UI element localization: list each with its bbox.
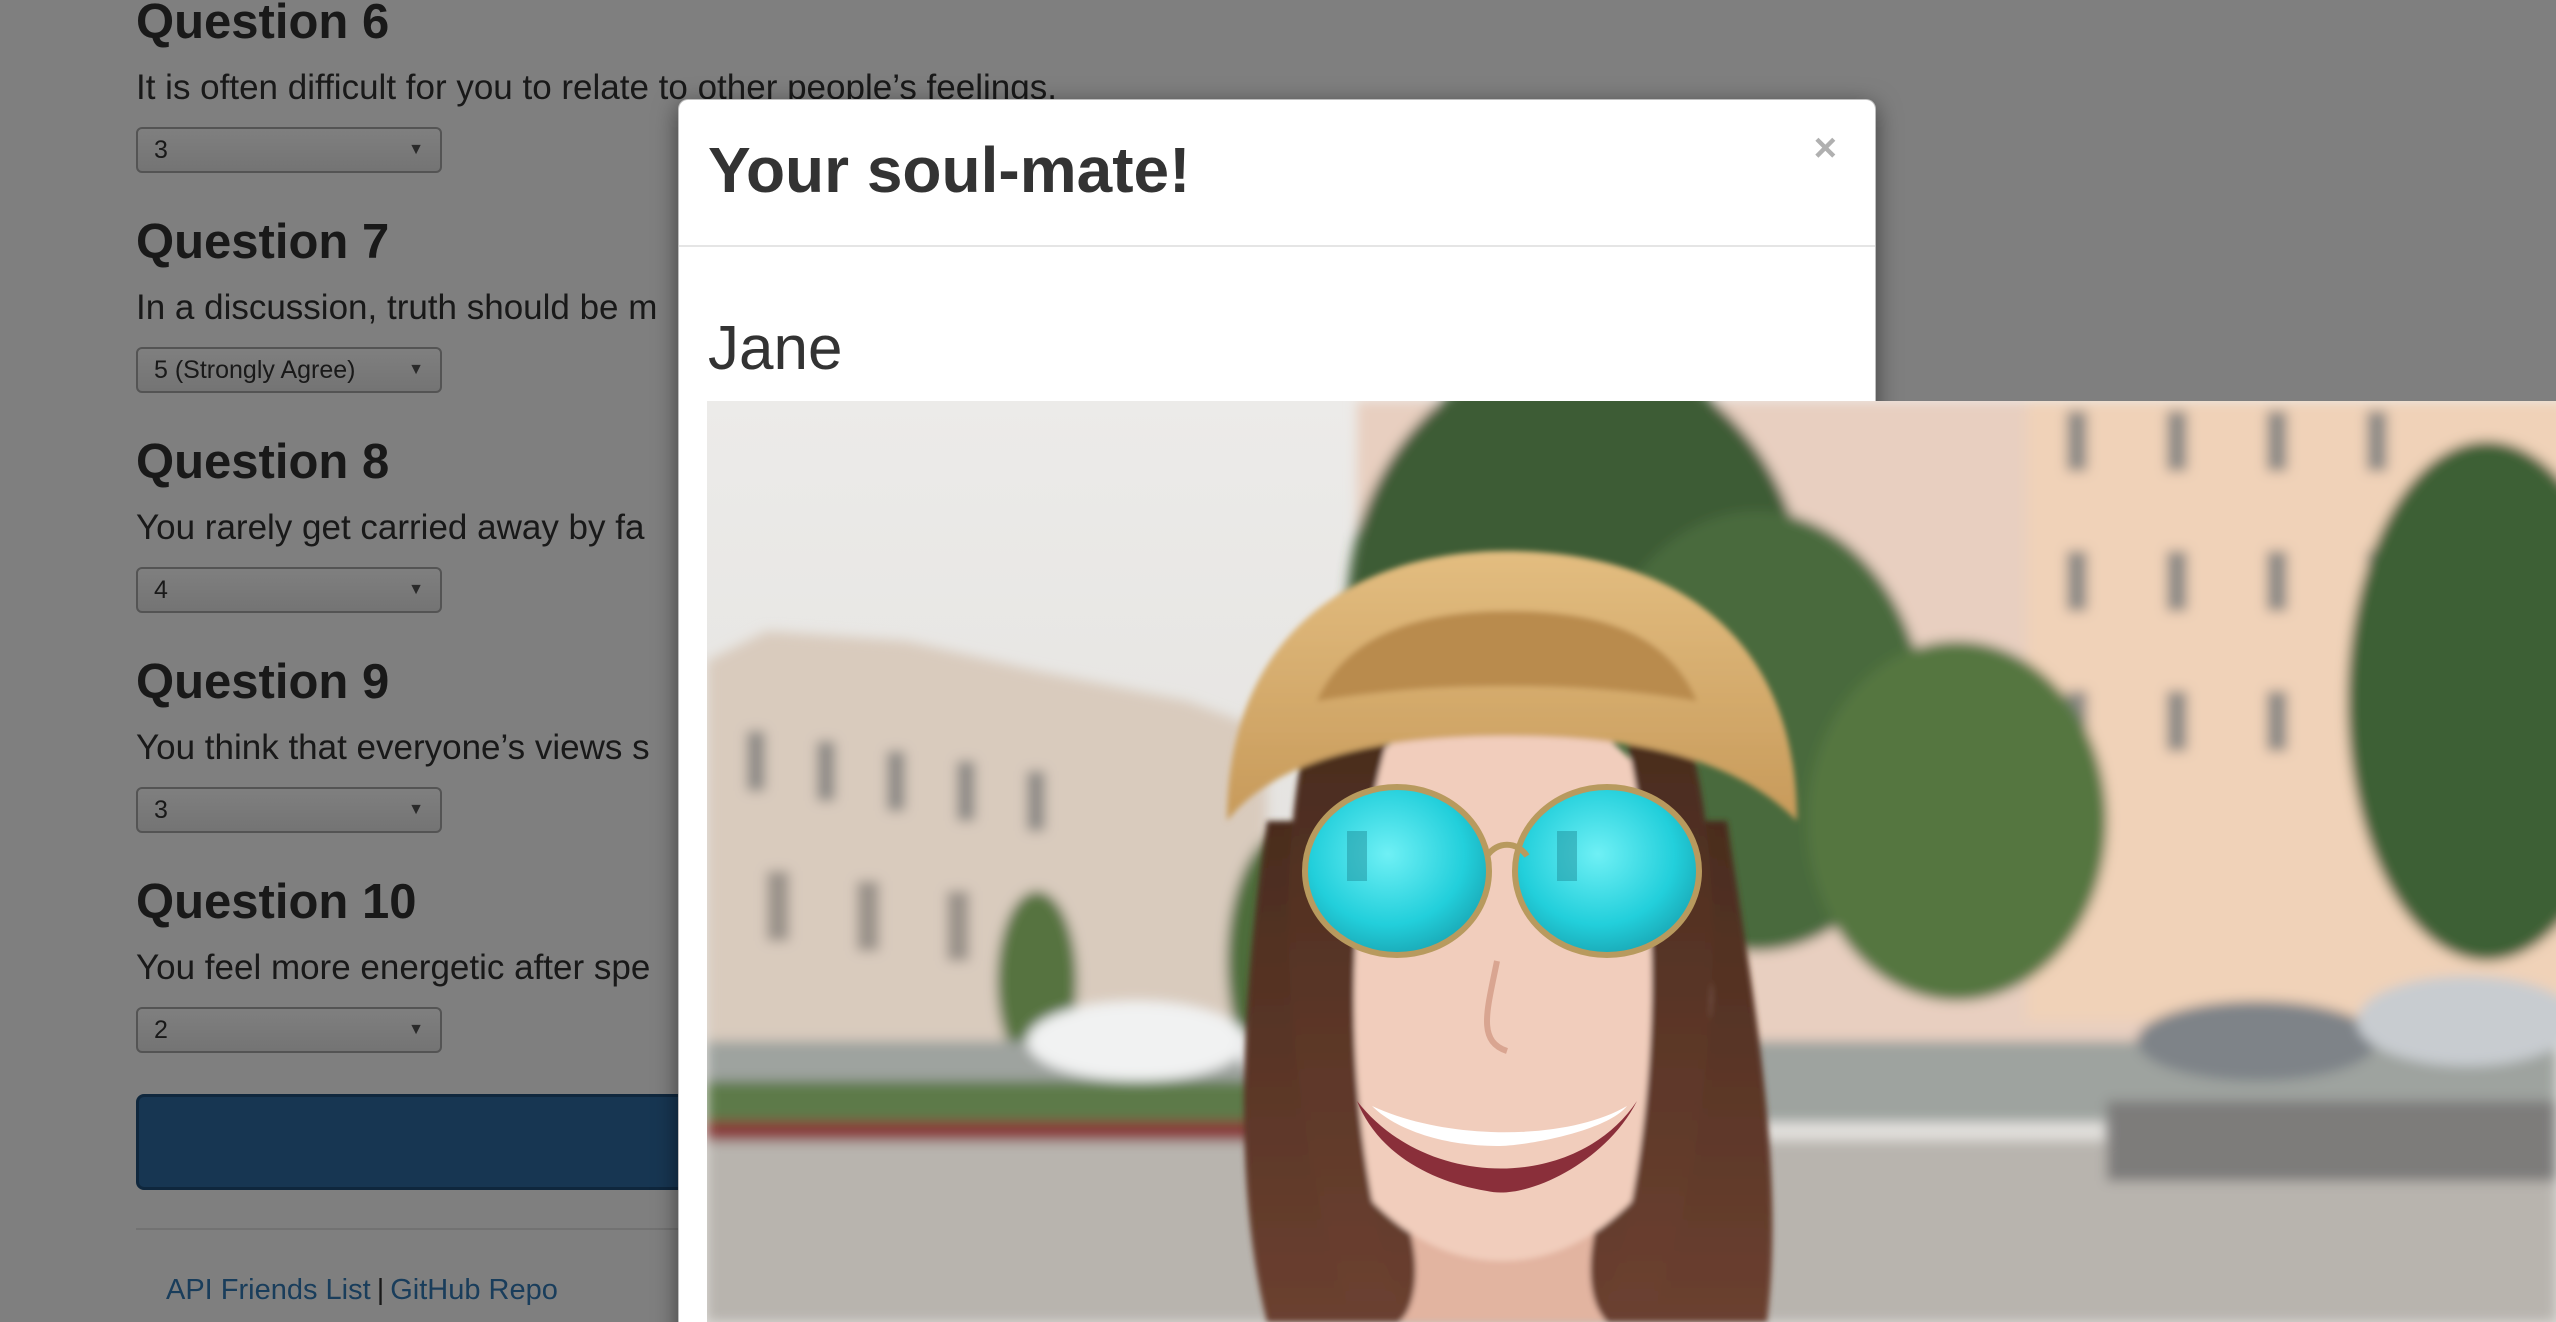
modal-title: Your soul-mate!: [708, 134, 1191, 206]
match-photo: [707, 401, 2556, 1322]
match-photo-illustration: [707, 401, 2556, 1322]
page: Question 6 It is often difficult for you…: [0, 0, 2556, 1322]
modal-header-divider: [679, 245, 1875, 247]
match-name: Jane: [708, 314, 843, 383]
close-icon[interactable]: ×: [1814, 128, 1837, 168]
